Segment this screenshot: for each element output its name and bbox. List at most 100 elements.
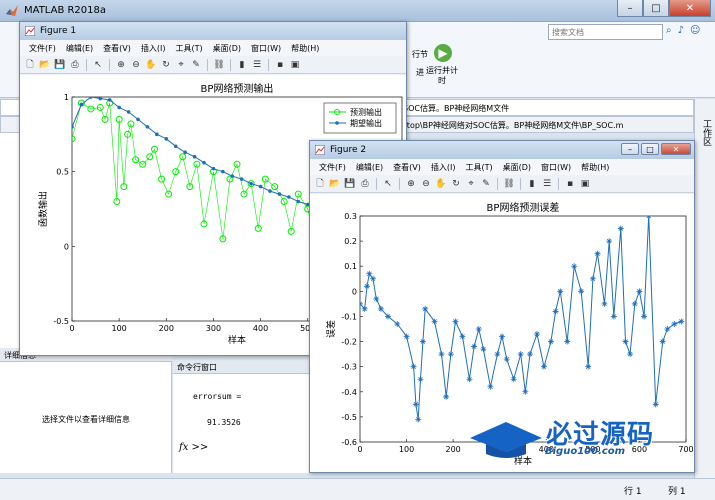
pointer-icon[interactable]: ↖ <box>382 178 394 190</box>
figure-1-title: Figure 1 <box>40 26 77 36</box>
status-row: 行 1 <box>624 484 642 497</box>
menu-tools[interactable]: 工具(T) <box>170 40 207 56</box>
open-file-icon[interactable]: 📂 <box>329 178 341 190</box>
rotate-icon[interactable]: ↻ <box>160 59 172 71</box>
user-icon[interactable]: ☺ <box>690 25 700 36</box>
rotate-icon[interactable]: ↻ <box>450 178 462 190</box>
plot-area <box>359 215 687 443</box>
command-window-header: 命令行窗口 <box>173 360 313 374</box>
legend-icon[interactable]: ☰ <box>251 59 263 71</box>
colorbar-icon[interactable]: ▮ <box>236 59 248 71</box>
menu-edit[interactable]: 编辑(E) <box>351 159 388 175</box>
run-and-time-button[interactable]: 运行并计时 <box>426 66 458 86</box>
menu-file[interactable]: 文件(F) <box>314 159 351 175</box>
figure-2-minimize-button[interactable]: – <box>621 143 639 155</box>
zoom-out-icon[interactable]: ⊖ <box>130 59 142 71</box>
data-point <box>192 154 197 159</box>
figure-2-maximize-button[interactable]: □ <box>641 143 659 155</box>
menu-help[interactable]: 帮助(H) <box>286 40 324 56</box>
ribbon-quick-icons: ⌕ ♪ ☺ <box>666 25 700 36</box>
data-point <box>79 102 84 107</box>
bell-icon[interactable]: ♪ <box>678 25 684 36</box>
hide-plot-tools-icon[interactable]: ▪ <box>564 178 576 190</box>
search-icon[interactable]: ⌕ <box>666 25 672 36</box>
y-tick-label: -0.3 <box>341 363 357 372</box>
menu-desktop[interactable]: 桌面(D) <box>208 40 246 56</box>
print-icon[interactable]: ⎙ <box>69 59 81 71</box>
data-point <box>89 97 93 99</box>
data-point <box>98 97 103 101</box>
colorbar-icon[interactable]: ▮ <box>526 178 538 190</box>
menu-view[interactable]: 查看(V) <box>98 40 136 56</box>
data-point <box>258 184 263 189</box>
pan-icon[interactable]: ✋ <box>435 178 447 190</box>
legend-icon[interactable]: ☰ <box>541 178 553 190</box>
cmd-prompt[interactable]: fx >> <box>179 442 208 453</box>
close-button[interactable]: ✕ <box>669 0 711 17</box>
minimize-button[interactable]: – <box>617 0 643 17</box>
print-icon[interactable]: ⎙ <box>359 178 371 190</box>
main-window-title: MATLAB R2018a <box>24 5 107 16</box>
menu-insert[interactable]: 插入(I) <box>136 40 171 56</box>
link-icon[interactable]: ⛓ <box>503 178 515 190</box>
data-cursor-icon[interactable]: ⌖ <box>465 178 477 190</box>
save-icon[interactable]: 💾 <box>54 59 66 71</box>
new-figure-icon[interactable]: 🗋 <box>314 178 326 190</box>
menu-file[interactable]: 文件(F) <box>24 40 61 56</box>
show-plot-tools-icon[interactable]: ▣ <box>289 59 301 71</box>
figure-2-close-button[interactable]: ✕ <box>661 143 691 155</box>
status-row-label: 行 <box>624 487 634 497</box>
open-file-icon[interactable]: 📂 <box>39 59 51 71</box>
menu-window[interactable]: 窗口(W) <box>536 159 576 175</box>
data-point <box>287 195 291 199</box>
data-point <box>183 150 187 155</box>
current-folder-text: SOC估算。BP神经网络M文件 <box>403 104 510 113</box>
menu-window[interactable]: 窗口(W) <box>246 40 286 56</box>
x-tick-label: 100 <box>112 324 127 333</box>
pan-icon[interactable]: ✋ <box>145 59 157 71</box>
main-titlebar: MATLAB R2018a – □ ✕ <box>0 0 715 22</box>
brush-icon[interactable]: ✎ <box>480 178 492 190</box>
hide-plot-tools-icon[interactable]: ▪ <box>274 59 286 71</box>
x-tick-label: 400 <box>253 324 268 333</box>
data-point <box>221 169 225 174</box>
search-docs-input[interactable]: 搜索文档 <box>548 24 663 40</box>
y-tick-label: -0.2 <box>341 338 357 347</box>
data-cursor-icon[interactable]: ⌖ <box>175 59 187 71</box>
figure-1-titlebar: Figure 1 <box>20 22 406 40</box>
pointer-icon[interactable]: ↖ <box>92 59 104 71</box>
cmd-output-value: 91.3526 <box>207 418 241 427</box>
y-tick-label: -0.1 <box>341 312 357 321</box>
main-window-controls: – □ ✕ <box>617 0 711 18</box>
zoom-out-icon[interactable]: ⊖ <box>420 178 432 190</box>
watermark-url: Biguo100.com <box>545 446 626 457</box>
zoom-in-icon[interactable]: ⊕ <box>405 178 417 190</box>
y-tick-label: 0.1 <box>344 262 357 271</box>
y-tick-label: 0 <box>64 242 69 251</box>
menu-help[interactable]: 帮助(H) <box>576 159 614 175</box>
zoom-in-icon[interactable]: ⊕ <box>115 59 127 71</box>
brush-icon[interactable]: ✎ <box>190 59 202 71</box>
y-tick-label: -0.5 <box>341 413 357 422</box>
show-plot-tools-icon[interactable]: ▣ <box>579 178 591 190</box>
menu-desktop[interactable]: 桌面(D) <box>498 159 536 175</box>
menu-view[interactable]: 查看(V) <box>388 159 426 175</box>
link-icon[interactable]: ⛓ <box>213 59 225 71</box>
data-point <box>268 189 272 193</box>
y-tick-label: 1 <box>64 93 69 102</box>
menu-tools[interactable]: 工具(T) <box>460 159 497 175</box>
legend-entry: 期望输出 <box>350 118 382 128</box>
menu-insert[interactable]: 插入(I) <box>426 159 461 175</box>
x-tick-label: 100 <box>399 445 414 454</box>
y-axis-label: 函数输出 <box>37 191 49 227</box>
figure-1-toolbar: 🗋 📂 💾 ⎙ ↖ ⊕ ⊖ ✋ ↻ ⌖ ✎ ⛓ ▮ ☰ ▪ ▣ <box>20 56 406 74</box>
x-tick-label: 0 <box>357 445 362 454</box>
new-figure-icon[interactable]: 🗋 <box>24 59 36 71</box>
figure-icon <box>315 145 325 155</box>
menu-edit[interactable]: 编辑(E) <box>61 40 98 56</box>
run-and-time-icon[interactable]: ▶ <box>434 44 452 62</box>
save-icon[interactable]: 💾 <box>344 178 356 190</box>
workspace-label: 工作区 <box>701 119 711 146</box>
maximize-button[interactable]: □ <box>643 0 669 17</box>
command-window[interactable]: errorsum = 91.3526 fx >> <box>173 374 313 473</box>
